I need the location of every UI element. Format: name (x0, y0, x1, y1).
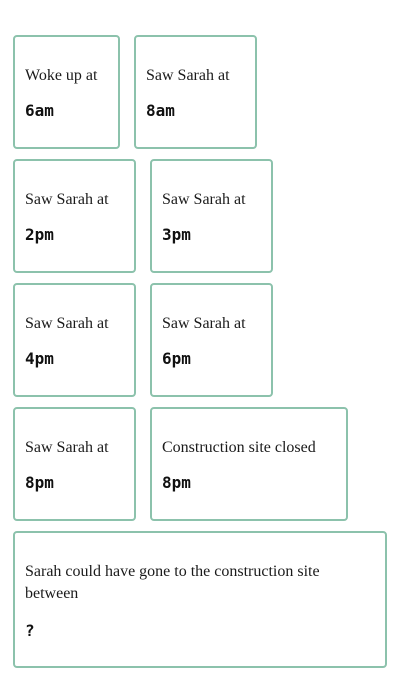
fact-label: Saw Sarah at (25, 439, 109, 456)
fact-label: Woke up at (25, 67, 98, 84)
fact-time: 8pm (162, 473, 191, 492)
question-text: Sarah could have gone to the constructio… (25, 563, 320, 602)
fact-time: 8am (146, 101, 175, 120)
fact-label: Saw Sarah at (146, 67, 230, 84)
fact-time: 8pm (25, 473, 54, 492)
fact-card-sighting: Saw Sarah at 6pm (150, 283, 273, 397)
fact-card-sighting: Saw Sarah at 3pm (150, 159, 273, 273)
fact-label: Saw Sarah at (25, 315, 109, 332)
fact-card-woke-up: Woke up at 6am (13, 35, 120, 149)
fact-label: Saw Sarah at (162, 191, 246, 208)
question-answer: ? (25, 621, 35, 640)
fact-label: Saw Sarah at (25, 191, 109, 208)
fact-time: 6am (25, 101, 54, 120)
question-card: Sarah could have gone to the constructio… (13, 531, 387, 668)
fact-label: Construction site closed (162, 439, 316, 456)
fact-card-site-closed: Construction site closed 8pm (150, 407, 348, 521)
puzzle-board: Woke up at 6am Saw Sarah at 8am Saw Sara… (0, 0, 400, 681)
fact-time: 3pm (162, 225, 191, 244)
fact-card-sighting: Saw Sarah at 8am (134, 35, 257, 149)
fact-card-sighting: Saw Sarah at 8pm (13, 407, 136, 521)
fact-time: 4pm (25, 349, 54, 368)
fact-card-sighting: Saw Sarah at 4pm (13, 283, 136, 397)
fact-time: 6pm (162, 349, 191, 368)
fact-label: Saw Sarah at (162, 315, 246, 332)
fact-time: 2pm (25, 225, 54, 244)
fact-card-sighting: Saw Sarah at 2pm (13, 159, 136, 273)
